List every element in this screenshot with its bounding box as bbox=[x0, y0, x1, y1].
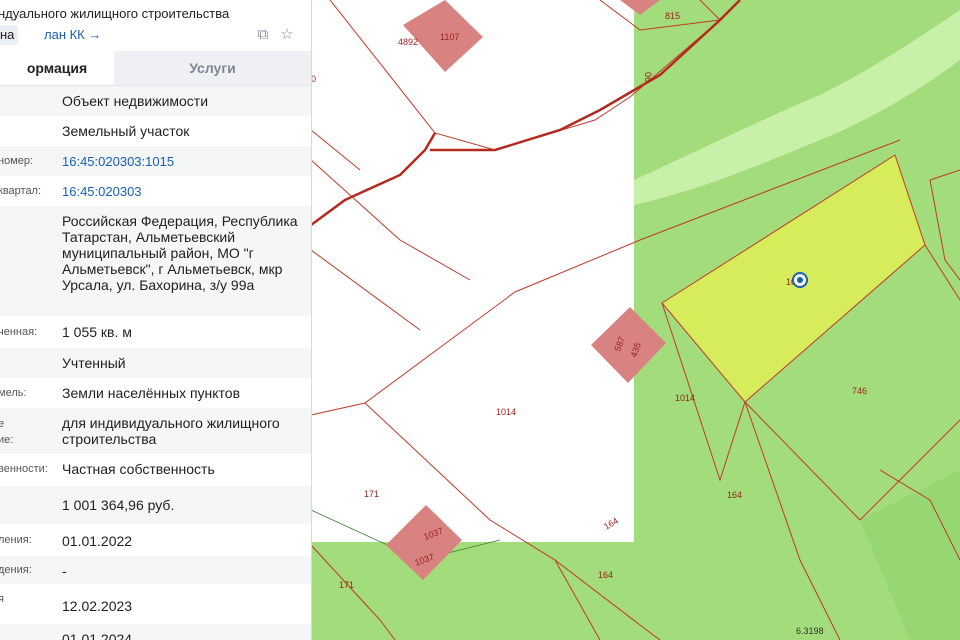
info-row-apply-date: я 12.02.2023 bbox=[0, 584, 311, 624]
panel-chip[interactable]: на bbox=[0, 25, 19, 45]
info-row-ownership: венности: Частная собственность bbox=[0, 454, 311, 486]
map-label-815: 815 bbox=[665, 11, 680, 21]
info-row-cadastral-value: 1 001 364,96 руб. bbox=[0, 486, 311, 524]
info-panel: ндуального жилищного строительства на ла… bbox=[0, 0, 312, 640]
info-row-kind: Земельный участок bbox=[0, 116, 311, 146]
info-value: 1 055 кв. м bbox=[62, 324, 132, 340]
info-value: Частная собственность bbox=[62, 461, 215, 477]
info-label: номер: bbox=[0, 155, 34, 167]
info-label: мель: bbox=[0, 387, 27, 399]
info-value: Объект недвижимости bbox=[62, 93, 209, 109]
star-icon[interactable]: ☆ bbox=[279, 27, 295, 43]
tab-services[interactable]: Услуги bbox=[114, 51, 311, 85]
plan-kk-link-label: лан КК bbox=[44, 27, 85, 42]
info-row-value-date: ления: 01.01.2022 bbox=[0, 524, 311, 556]
map-label-746: 746 bbox=[852, 386, 867, 396]
copy-search-icon[interactable]: ⧉ bbox=[255, 27, 271, 43]
info-row-quarter: квартал: 16:45:020303 bbox=[0, 176, 311, 206]
info-row-land-category: мель: Земли населённых пунктов bbox=[0, 378, 311, 408]
info-row-area: ченная: 1 055 кв. м bbox=[0, 316, 311, 348]
tab-information[interactable]: ормация bbox=[0, 51, 114, 85]
map-label-171b: 171 bbox=[339, 580, 354, 590]
map-label-1014b: 1014 bbox=[675, 393, 695, 403]
info-row-next: 01.01.2024 bbox=[0, 624, 311, 640]
cadastral-quarter-link[interactable]: 16:45:020303 bbox=[62, 184, 302, 200]
panel-tabs: ормация Услуги bbox=[0, 51, 311, 86]
info-row-type: Объект недвижимости bbox=[0, 86, 311, 116]
info-label: ченная: bbox=[0, 326, 38, 338]
info-value: 01.01.2024 bbox=[62, 631, 133, 640]
cadastral-number-link[interactable]: 16:45:020303:1015 bbox=[62, 154, 302, 170]
info-value: 01.01.2022 bbox=[62, 533, 133, 549]
info-row-status: Учтенный bbox=[0, 348, 311, 378]
info-label: е ие: bbox=[0, 418, 14, 446]
info-row-cadastral-number: номер: 16:45:020303:1015 bbox=[0, 146, 311, 176]
info-value: - bbox=[62, 563, 67, 579]
info-value: 1 001 364,96 руб. bbox=[62, 497, 175, 513]
panel-header-title: ндуального жилищного строительства bbox=[0, 6, 230, 21]
map-label-06: 06 bbox=[643, 72, 653, 82]
info-value: 12.02.2023 bbox=[62, 598, 133, 614]
arrow-right-icon: → bbox=[88, 27, 102, 42]
green-zone-south bbox=[311, 542, 651, 640]
map-label-1014a: 1014 bbox=[496, 407, 516, 417]
info-value: Земли населённых пунктов bbox=[62, 385, 241, 401]
map-label-6319: 6.3198 bbox=[796, 626, 824, 636]
map-label-1107: 1107 bbox=[440, 32, 459, 42]
info-row-info-date: дения: - bbox=[0, 556, 311, 584]
info-value: Земельный участок bbox=[62, 123, 190, 139]
plan-kk-link[interactable]: лан КК → bbox=[44, 27, 101, 42]
location-marker-icon[interactable] bbox=[792, 272, 808, 288]
info-row-address: Российская Федерация, Республика Татарст… bbox=[0, 206, 311, 316]
info-value-address: Российская Федерация, Республика Татарст… bbox=[62, 213, 298, 293]
info-label: ления: bbox=[0, 534, 32, 546]
info-label: венности: bbox=[0, 463, 48, 475]
info-value: Учтенный bbox=[62, 355, 126, 371]
map-label-4892: 4892 bbox=[398, 37, 418, 47]
map-label-164a: 164 bbox=[727, 490, 742, 500]
info-label: дения: bbox=[0, 564, 32, 576]
info-label: квартал: bbox=[0, 185, 42, 197]
info-row-permitted-use: е ие: для индивидуального жилищного стро… bbox=[0, 408, 311, 454]
map-label-164c: 164 bbox=[598, 570, 613, 580]
info-label: я bbox=[0, 593, 4, 605]
info-value: для индивидуального жилищного строительс… bbox=[62, 415, 280, 447]
map-label-171a: 171 bbox=[364, 489, 379, 499]
